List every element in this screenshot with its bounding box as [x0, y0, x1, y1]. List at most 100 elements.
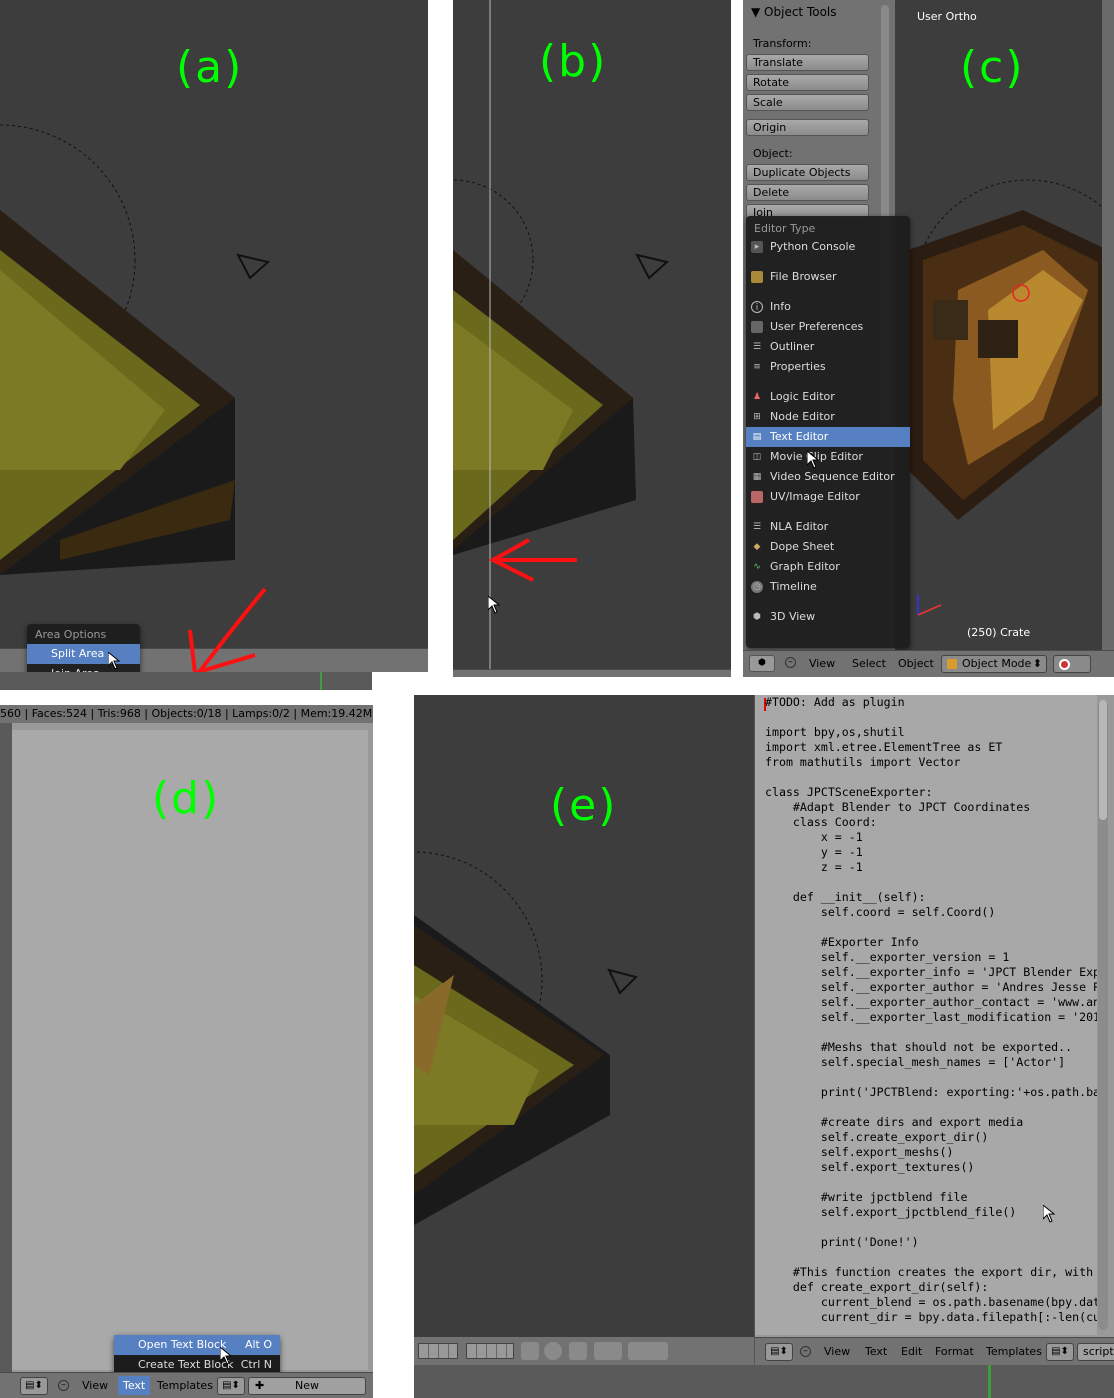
user-preferences-icon	[751, 321, 763, 333]
editor-type-button[interactable]: ⬢	[749, 655, 775, 672]
menu-item-text-editor[interactable]: ▤ Text Editor	[746, 427, 910, 447]
open-text-block-item[interactable]: Open Text Block Alt O	[114, 1335, 280, 1355]
origin-button[interactable]: Origin	[746, 119, 869, 136]
editor-type-button[interactable]: ▤⬍	[765, 1343, 793, 1361]
3d-view-icon: ⬢	[753, 612, 761, 622]
scale-button[interactable]: Scale	[746, 94, 869, 111]
menu-item-info[interactable]: i Info	[746, 297, 910, 317]
menu-item-user-preferences[interactable]: User Preferences	[746, 317, 910, 337]
panel-a-viewport[interactable]: (a) Area Options Split Area Join Area	[0, 0, 428, 672]
collapse-menu-icon[interactable]: –	[58, 1380, 69, 1391]
panel-label-a: (a)	[176, 42, 244, 93]
view-menu[interactable]: View	[82, 1379, 108, 1392]
menu-item-3d-view[interactable]: ⬢ 3D View	[746, 607, 910, 627]
code-line: print('JPCTBlend: exporting:'+os.path.ba	[765, 1085, 1097, 1099]
code-scrollbar-thumb[interactable]	[1099, 700, 1107, 820]
code-line: #Adapt Blender to JPCT Coordinates	[765, 800, 1031, 814]
manipulator-icon[interactable]	[594, 1342, 622, 1360]
panel-e-viewport[interactable]: (e)	[414, 695, 754, 1365]
object-name-label: (250) Crate	[967, 626, 1031, 639]
menu-item-movie-clip-editor[interactable]: ◫ Movie Clip Editor	[746, 447, 910, 467]
code-line: import xml.etree.ElementTree as ET	[765, 740, 1003, 754]
layer-buttons[interactable]	[418, 1343, 458, 1359]
menu-item-video-sequence-editor[interactable]: ▦ Video Sequence Editor	[746, 467, 910, 487]
delete-button[interactable]: Delete	[746, 184, 869, 201]
transform-label: Transform:	[753, 37, 812, 50]
properties-icon: ≡	[753, 362, 761, 372]
object-label: Object:	[753, 147, 793, 160]
menu-item-logic-editor[interactable]: ♟ Logic Editor	[746, 387, 910, 407]
panel-d-text-editor[interactable]: 560 | Faces:524 | Tris:968 | Objects:0/1…	[0, 705, 373, 1398]
code-view[interactable]: #TODO: Add as plugin import bpy,os,shuti…	[755, 695, 1097, 1335]
code-line: def __init__(self):	[765, 890, 926, 904]
menu-item-uv-image-editor[interactable]: UV/Image Editor	[746, 487, 910, 507]
editor-type-menu: Editor Type ▸ Python Console File Browser…	[746, 216, 910, 648]
text-block-browse-button[interactable]: ▤⬍	[217, 1377, 245, 1395]
pivot-icon[interactable]	[521, 1342, 539, 1360]
shading-dropdown[interactable]	[1053, 655, 1091, 673]
viewport-header-e	[414, 1337, 754, 1365]
text-block-browse-button[interactable]: ▤⬍	[1046, 1343, 1074, 1361]
object-tools-title[interactable]: ▼ Object Tools	[751, 5, 837, 19]
code-line: current_dir = bpy.data.filepath[:-len(cu	[765, 1310, 1097, 1324]
templates-menu[interactable]: Templates	[986, 1345, 1042, 1358]
proportional-edit-icon[interactable]	[569, 1342, 587, 1360]
text-block-name-field[interactable]: script	[1077, 1343, 1114, 1361]
rotate-button[interactable]: Rotate	[746, 74, 869, 91]
code-line: self.__exporter_version = 1	[765, 950, 1010, 964]
menu-item-file-browser[interactable]: File Browser	[746, 267, 910, 287]
code-line: from mathutils import Vector	[765, 755, 961, 769]
text-menu[interactable]: Text	[865, 1345, 887, 1358]
object-mode-dropdown[interactable]: Object Mode ⬍	[941, 655, 1047, 673]
text-area-d[interactable]	[12, 730, 368, 1370]
editor-type-button[interactable]: ▤⬍	[20, 1377, 48, 1395]
stats-bar: 560 | Faces:524 | Tris:968 | Objects:0/1…	[0, 705, 373, 723]
view-menu[interactable]: View	[824, 1345, 850, 1358]
object-menu[interactable]: Object	[898, 657, 934, 670]
collapse-menu-icon[interactable]: –	[785, 657, 796, 668]
menu-item-dope-sheet[interactable]: ◆ Dope Sheet	[746, 537, 910, 557]
menu-item-nla-editor[interactable]: ☰ NLA Editor	[746, 517, 910, 537]
menu-item-node-editor[interactable]: ⊞ Node Editor	[746, 407, 910, 427]
code-line: import bpy,os,shutil	[765, 725, 905, 739]
code-line: self.export_meshs()	[765, 1145, 954, 1159]
snap-icon[interactable]	[544, 1342, 562, 1360]
timeline-icon: ◷	[751, 581, 763, 593]
menu-item-python-console[interactable]: ▸ Python Console	[746, 237, 910, 257]
duplicate-objects-button[interactable]: Duplicate Objects	[746, 164, 869, 181]
node-editor-icon: ⊞	[753, 412, 761, 422]
mouse-cursor-icon	[1043, 1205, 1055, 1223]
templates-menu[interactable]: Templates	[157, 1379, 213, 1392]
menu-item-timeline[interactable]: ◷ Timeline	[746, 577, 910, 597]
viewport-right-scrollbar[interactable]	[1102, 0, 1114, 650]
text-editor-header-e: ▤⬍ – View Text Edit Format Templates ▤⬍ …	[755, 1337, 1114, 1365]
text-menu[interactable]: Text	[118, 1376, 151, 1395]
panel-label-d: (d)	[152, 773, 221, 824]
join-area-item[interactable]: Join Area	[27, 664, 140, 672]
viewport-header-b	[453, 669, 731, 677]
panel-c-viewport[interactable]: (c) User Ortho (250) Crate ▼ Object Tool…	[743, 0, 1114, 677]
edit-menu[interactable]: Edit	[901, 1345, 922, 1358]
split-area-item[interactable]: Split Area	[27, 644, 140, 664]
viewport-label: User Ortho	[917, 10, 977, 23]
code-scrollbar[interactable]	[1098, 700, 1108, 1330]
layer-buttons-2[interactable]	[466, 1343, 514, 1359]
collapse-menu-icon[interactable]: –	[800, 1346, 811, 1357]
text-menu-dropdown: Open Text Block Alt O Create Text Block Ct…	[114, 1335, 280, 1377]
format-menu[interactable]: Format	[935, 1345, 974, 1358]
select-menu[interactable]: Select	[852, 657, 886, 670]
code-line: self.coord = self.Coord()	[765, 905, 996, 919]
menu-item-outliner[interactable]: ☰ Outliner	[746, 337, 910, 357]
view-menu[interactable]: View	[809, 657, 835, 670]
menu-item-properties[interactable]: ≡ Properties	[746, 357, 910, 377]
panel-b-viewport[interactable]: (b)	[453, 0, 731, 677]
panel-e-text-editor[interactable]: #TODO: Add as plugin import bpy,os,shuti…	[754, 695, 1114, 1365]
menu-item-graph-editor[interactable]: ∿ Graph Editor	[746, 557, 910, 577]
render-icon[interactable]	[628, 1342, 668, 1360]
translate-button[interactable]: Translate	[746, 54, 869, 71]
new-text-button[interactable]: ✚ New	[248, 1377, 366, 1395]
code-line: #write jpctblend file	[765, 1190, 968, 1204]
